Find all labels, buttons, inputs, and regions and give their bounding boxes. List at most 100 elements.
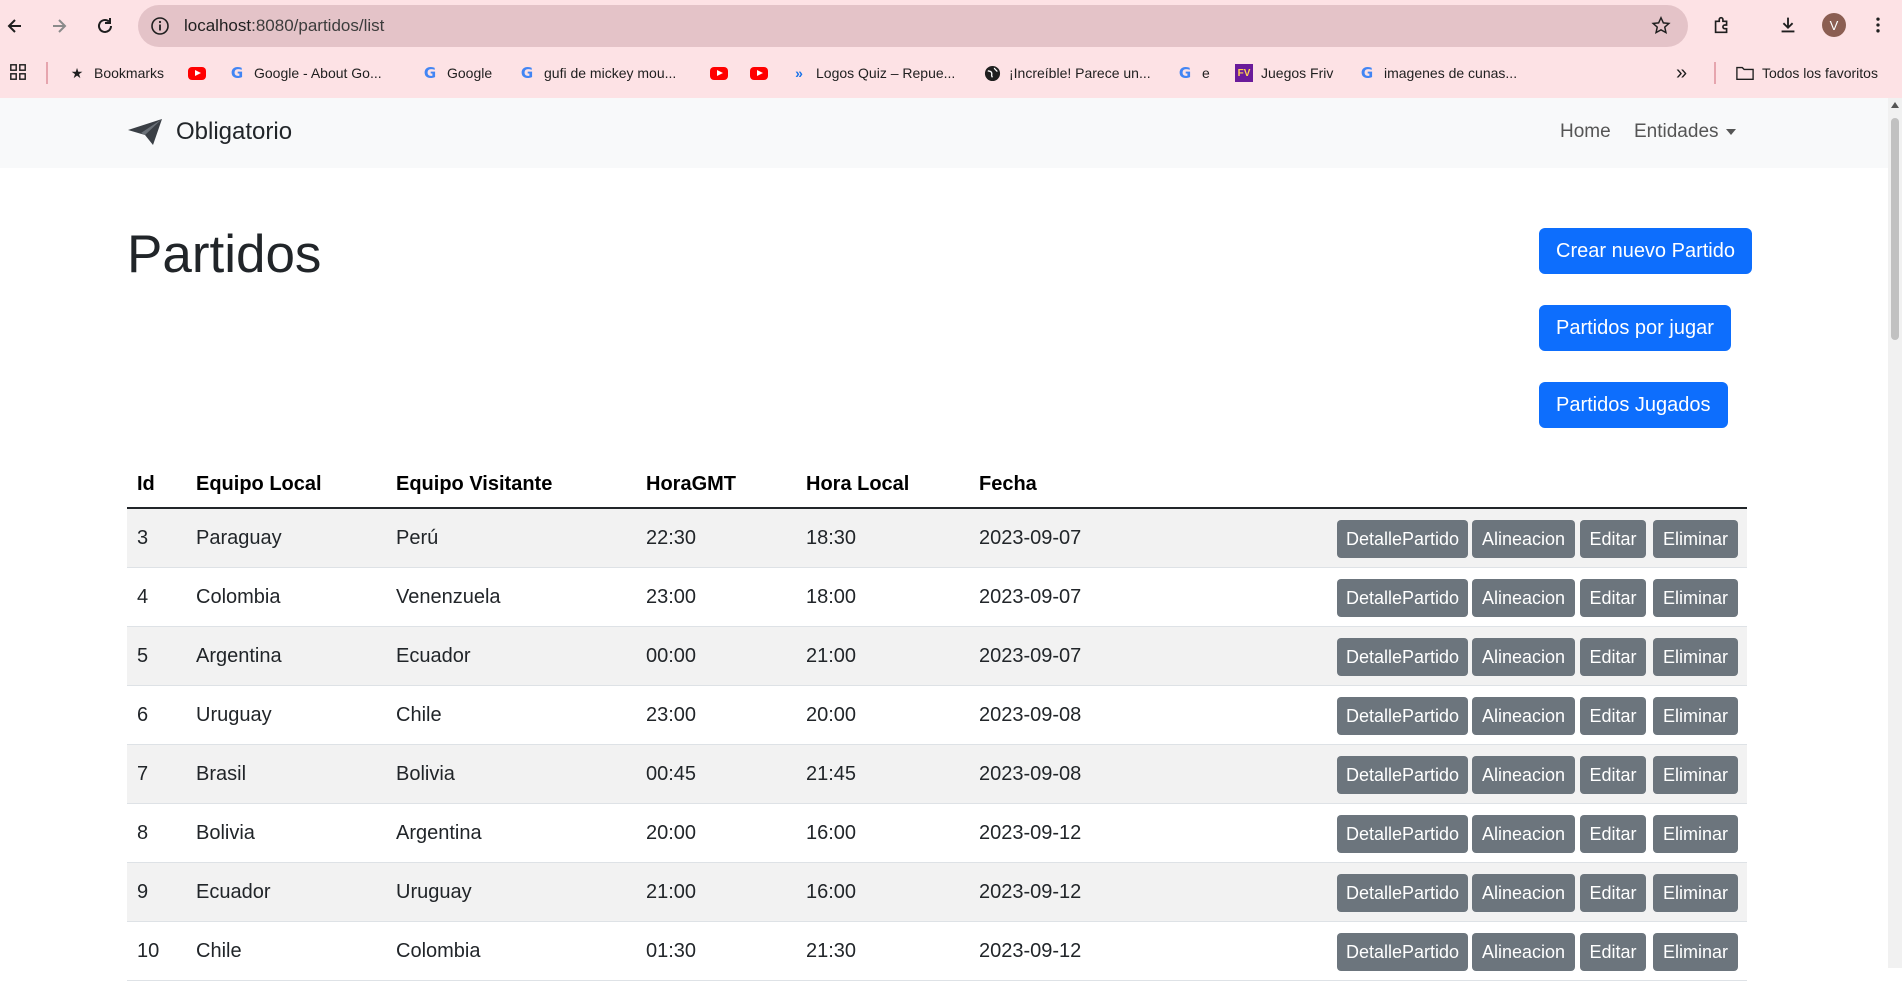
column-header: Equipo Local [196, 473, 322, 495]
extensions-button[interactable] [1710, 13, 1734, 37]
bookmark-item[interactable]: G Google [421, 62, 492, 84]
detalle-partido-button[interactable]: DetallePartido [1337, 520, 1468, 558]
eliminar-button[interactable]: Eliminar [1653, 815, 1738, 853]
bookmark-star-icon[interactable] [1650, 15, 1672, 37]
google-icon: G [230, 64, 244, 82]
editar-button[interactable]: Editar [1580, 638, 1646, 676]
star-icon: ★ [70, 64, 84, 81]
editar-button[interactable]: Editar [1580, 520, 1646, 558]
column-header: HoraGMT [646, 473, 736, 495]
google-icon: G [520, 64, 534, 82]
eliminar-button[interactable]: Eliminar [1653, 933, 1738, 971]
address-bar[interactable]: localhost:8080/partidos/list [138, 5, 1688, 47]
detalle-partido-button[interactable]: DetallePartido [1337, 874, 1468, 912]
editar-button[interactable]: Editar [1580, 874, 1646, 912]
nav-home-link[interactable]: Home [1560, 121, 1611, 143]
app-navbar: Obligatorio Home Entidades [0, 98, 1888, 168]
back-button[interactable] [2, 13, 28, 39]
scroll-up-arrow-icon[interactable] [1891, 102, 1899, 108]
detalle-partido-button[interactable]: DetallePartido [1337, 579, 1468, 617]
detalle-partido-button[interactable]: DetallePartido [1337, 756, 1468, 794]
detalle-partido-button[interactable]: DetallePartido [1337, 815, 1468, 853]
bookmark-item[interactable]: ★ Bookmarks [68, 62, 164, 84]
nav-entidades-dropdown[interactable]: Entidades [1634, 121, 1736, 143]
editar-button[interactable]: Editar [1580, 815, 1646, 853]
alineacion-button[interactable]: Alineacion [1472, 638, 1575, 676]
alineacion-button[interactable]: Alineacion [1472, 874, 1575, 912]
table-cell: Paraguay [196, 527, 282, 549]
navbar-brand[interactable]: Obligatorio [127, 117, 292, 147]
editar-button[interactable]: Editar [1580, 697, 1646, 735]
table-cell: Ecuador [396, 645, 471, 667]
nav-entidades-label: Entidades [1634, 121, 1719, 142]
table-row: 6 Uruguay Chile 23:00 20:00 2023-09-08 Detalle… [127, 686, 1747, 745]
bookmark-label: imagenes de cunas... [1384, 65, 1518, 81]
alineacion-button[interactable]: Alineacion [1472, 933, 1575, 971]
table-header: Id Equipo Local Equipo Visitante HoraGMT… [127, 463, 1747, 509]
folder-label: Todos los favoritos [1762, 65, 1878, 81]
bookmark-item[interactable]: FV Juegos Friv [1235, 62, 1333, 84]
all-bookmarks-folder[interactable]: Todos los favoritos [1736, 62, 1878, 84]
table-cell: 20:00 [806, 704, 857, 726]
bookmark-item[interactable] [188, 62, 214, 84]
detalle-partido-button[interactable]: DetallePartido [1337, 697, 1468, 735]
bookmark-item[interactable] [710, 62, 736, 84]
globe-icon [983, 64, 1001, 82]
site-info-icon[interactable] [150, 16, 170, 36]
editar-button[interactable]: Editar [1580, 579, 1646, 617]
browser-menu-button[interactable] [1866, 13, 1890, 37]
table-cell: Venenzuela [396, 586, 501, 608]
reload-button[interactable] [92, 13, 118, 39]
partidos-jugados-button[interactable]: Partidos Jugados [1539, 382, 1728, 428]
table-cell: 8 [137, 822, 149, 844]
bookmarks-bar: ★ Bookmarks G Google - About Go... G Google… [0, 58, 1902, 88]
bookmark-item[interactable]: Ggufi de mickey mou... [518, 62, 676, 84]
table-cell: 21:00 [646, 881, 697, 903]
table-cell: Colombia [196, 586, 281, 608]
eliminar-button[interactable]: Eliminar [1653, 697, 1738, 735]
bookmark-item[interactable]: G Google - About Go... [228, 62, 382, 84]
eliminar-button[interactable]: Eliminar [1653, 756, 1738, 794]
table-cell: 23:00 [646, 586, 697, 608]
eliminar-button[interactable]: Eliminar [1653, 520, 1738, 558]
eliminar-button[interactable]: Eliminar [1653, 874, 1738, 912]
table-cell: Chile [196, 940, 242, 962]
forward-button[interactable] [46, 13, 72, 39]
column-header: Id [137, 473, 155, 495]
table-cell: 00:00 [646, 645, 697, 667]
scroll-thumb[interactable] [1891, 118, 1899, 340]
table-cell: 2023-09-07 [979, 586, 1082, 608]
detalle-partido-button[interactable]: DetallePartido [1337, 638, 1468, 676]
table-row: 7 Brasil Bolivia 00:45 21:45 2023-09-08 Detall… [127, 745, 1747, 804]
eliminar-button[interactable]: Eliminar [1653, 638, 1738, 676]
more-bookmarks-button[interactable]: » [1676, 62, 1687, 84]
alineacion-button[interactable]: Alineacion [1472, 697, 1575, 735]
alineacion-button[interactable]: Alineacion [1472, 520, 1575, 558]
caret-down-icon [1725, 129, 1736, 135]
bookmark-item[interactable]: » Logos Quiz – Repue... [790, 62, 955, 84]
bookmark-item[interactable]: ¡Increíble! Parece un... [983, 62, 1151, 84]
bookmark-item[interactable]: Gimagenes de cunas... [1358, 62, 1517, 84]
bookmark-item[interactable]: Ge [1176, 62, 1210, 84]
downloads-button[interactable] [1776, 13, 1800, 37]
table-cell: 6 [137, 704, 149, 726]
bookmark-label: Google - About Go... [254, 65, 382, 81]
page-scrollbar[interactable] [1888, 98, 1902, 968]
alineacion-button[interactable]: Alineacion [1472, 815, 1575, 853]
eliminar-button[interactable]: Eliminar [1653, 579, 1738, 617]
bookmark-label: Google [447, 65, 493, 81]
alineacion-button[interactable]: Alineacion [1472, 579, 1575, 617]
alineacion-button[interactable]: Alineacion [1472, 756, 1575, 794]
table-cell: 5 [137, 645, 149, 667]
table-cell: 2023-09-07 [979, 527, 1082, 549]
bookmark-item[interactable] [750, 62, 776, 84]
profile-avatar[interactable]: V [1822, 13, 1846, 37]
detalle-partido-button[interactable]: DetallePartido [1337, 933, 1468, 971]
editar-button[interactable]: Editar [1580, 933, 1646, 971]
table-cell: 16:00 [806, 822, 857, 844]
table-cell: 7 [137, 763, 149, 785]
table-cell: 2023-09-12 [979, 881, 1082, 903]
editar-button[interactable]: Editar [1580, 756, 1646, 794]
create-partido-button[interactable]: Crear nuevo Partido [1539, 228, 1752, 274]
partidos-por-jugar-button[interactable]: Partidos por jugar [1539, 305, 1731, 351]
